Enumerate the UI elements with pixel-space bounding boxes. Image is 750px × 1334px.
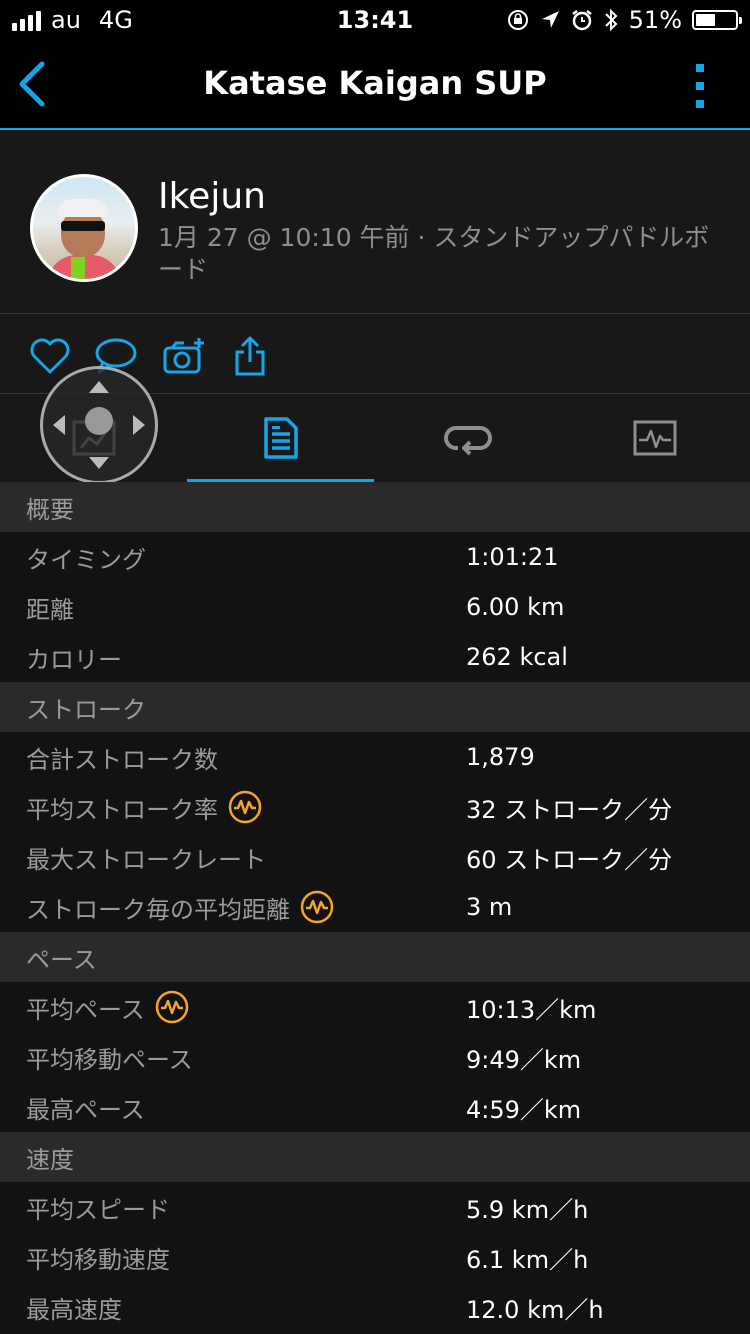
more-vertical-icon[interactable] xyxy=(694,64,706,108)
battery-icon xyxy=(692,10,742,30)
stat-label-with-badge: ストローク毎の平均距離 xyxy=(26,882,334,932)
stat-row: 距離 6.00 km xyxy=(0,582,750,632)
stat-label: 最高速度 xyxy=(26,1295,122,1324)
stat-value: 10:13／km xyxy=(466,995,597,1024)
tab-summary[interactable] xyxy=(187,394,374,482)
performance-badge-icon[interactable] xyxy=(155,990,189,1024)
assistive-touch-button[interactable] xyxy=(40,366,158,484)
summary-list-icon xyxy=(263,417,298,459)
activity-header: Ikejun 1月 27 @ 10:10 午前 · スタンドアップパドルボード xyxy=(0,130,750,314)
stat-label: 平均ペース xyxy=(26,995,145,1024)
stat-row[interactable]: 平均ストローク率 32 ストローク／分 xyxy=(0,782,750,832)
stat-value: 60 ストローク／分 xyxy=(466,845,673,874)
stat-label: 平均移動速度 xyxy=(26,1245,170,1274)
stat-label: 最高ペース xyxy=(26,1095,145,1124)
section-header-stroke: ストローク xyxy=(0,682,750,732)
laps-icon xyxy=(443,426,492,456)
location-icon xyxy=(541,11,559,28)
stat-value: 12.0 km／h xyxy=(466,1295,604,1324)
stat-value: 262 kcal xyxy=(466,643,568,671)
stat-label: タイミング xyxy=(26,545,146,574)
stat-row: 最大ストロークレート 60 ストローク／分 xyxy=(0,832,750,882)
stat-row[interactable]: 平均ペース 10:13／km xyxy=(0,982,750,1032)
stat-row: 合計ストローク数 1,879 xyxy=(0,732,750,782)
activity-meta: 1月 27 @ 10:10 午前 · スタンドアップパドルボード xyxy=(158,223,710,284)
stat-label: 平均ストローク率 xyxy=(26,795,218,824)
stat-label: 合計ストローク数 xyxy=(26,745,218,774)
stat-value: 6.00 km xyxy=(466,593,565,621)
battery-fill xyxy=(696,14,715,26)
section-header-pace: ペース xyxy=(0,932,750,982)
stat-row: 最高速度 12.0 km／h xyxy=(0,1282,750,1332)
dpad-icon xyxy=(53,381,145,469)
stat-value: 4:59／km xyxy=(466,1095,582,1124)
stat-value: 1,879 xyxy=(466,743,535,771)
stat-label-with-badge: 平均ペース xyxy=(26,982,189,1032)
navigation-bar: Katase Kaigan SUP xyxy=(0,40,750,130)
alarm-icon xyxy=(571,10,592,31)
status-bar: au 4G 13:41 51% xyxy=(0,0,750,40)
stat-label: 最大ストロークレート xyxy=(26,845,266,874)
battery-percent: 51% xyxy=(628,6,682,34)
username[interactable]: Ikejun xyxy=(158,176,266,217)
stat-value: 3 m xyxy=(466,893,513,921)
share-icon[interactable] xyxy=(228,336,272,376)
stat-row: 最高ペース 4:59／km xyxy=(0,1082,750,1132)
stat-value: 1:01:21 xyxy=(466,543,559,571)
stat-label: ストローク毎の平均距離 xyxy=(26,895,290,924)
stat-row: タイミング 1:01:21 xyxy=(0,532,750,582)
stat-row[interactable]: ストローク毎の平均距離 3 m xyxy=(0,882,750,932)
section-header-overview: 概要 xyxy=(0,482,750,532)
stat-value: 9:49／km xyxy=(466,1045,582,1074)
performance-badge-icon[interactable] xyxy=(300,890,334,924)
stat-row: 平均移動ペース 9:49／km xyxy=(0,1032,750,1082)
bluetooth-icon xyxy=(604,8,618,32)
add-photo-icon[interactable] xyxy=(162,336,206,376)
chart-icon xyxy=(633,420,676,456)
stat-row: 平均スピード 5.9 km／h xyxy=(0,1182,750,1232)
stat-label: 平均移動ペース xyxy=(26,1045,193,1074)
status-right: 51% xyxy=(507,6,742,34)
rotation-lock-icon xyxy=(507,10,528,30)
section-header-speed: 速度 xyxy=(0,1132,750,1182)
stat-value: 6.1 km／h xyxy=(466,1245,589,1274)
stat-label: カロリー xyxy=(26,645,122,674)
stat-label-with-badge: 平均ストローク率 xyxy=(26,782,262,832)
tab-charts[interactable] xyxy=(561,394,748,482)
stat-label: 平均スピード xyxy=(26,1195,170,1224)
performance-badge-icon[interactable] xyxy=(228,790,262,824)
stats-list: 概要 タイミング 1:01:21 距離 6.00 km カロリー 262 kcal ス… xyxy=(0,482,750,1332)
tab-laps[interactable] xyxy=(374,394,561,482)
stat-row: 平均移動速度 6.1 km／h xyxy=(0,1232,750,1282)
stat-label: 距離 xyxy=(26,595,74,624)
stat-value: 5.9 km／h xyxy=(466,1195,589,1224)
stat-row: カロリー 262 kcal xyxy=(0,632,750,682)
page-title: Katase Kaigan SUP xyxy=(203,64,547,102)
stat-value: 32 ストローク／分 xyxy=(466,795,673,824)
avatar[interactable] xyxy=(30,174,138,282)
